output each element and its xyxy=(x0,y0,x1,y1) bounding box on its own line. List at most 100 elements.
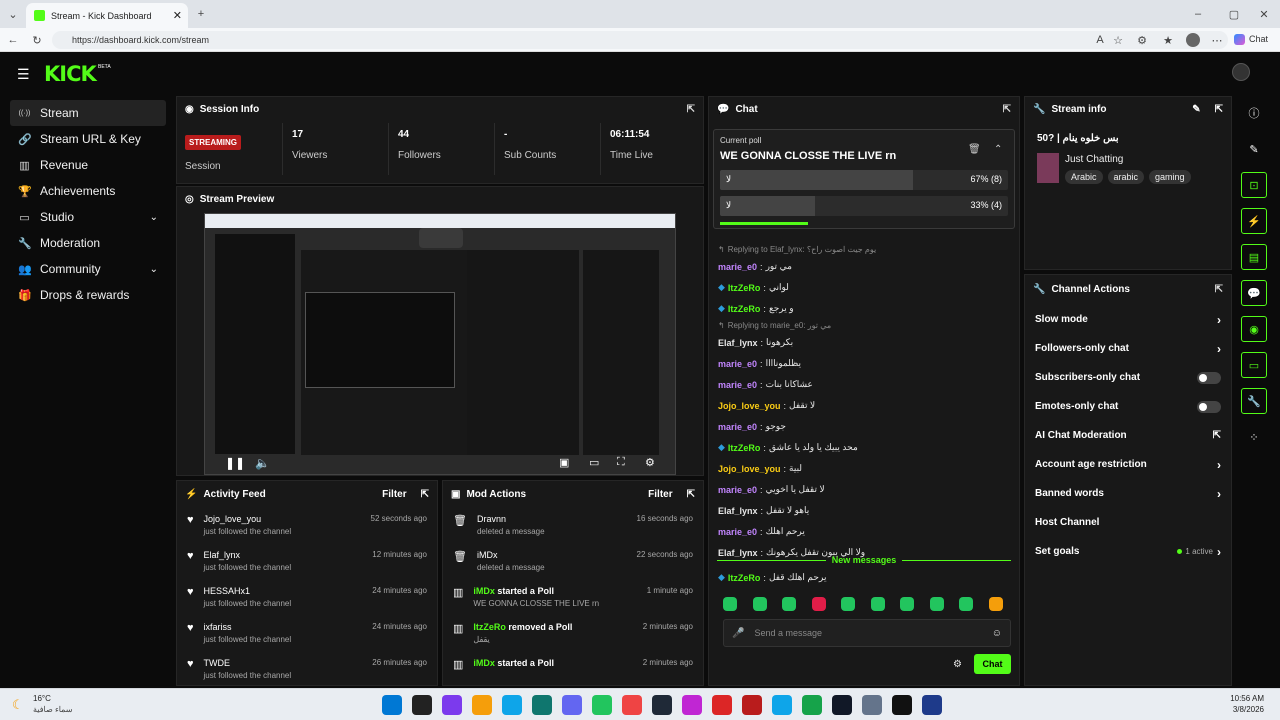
emote-icon[interactable] xyxy=(959,597,974,611)
chevron-right-icon[interactable]: › xyxy=(1217,487,1221,501)
chat-message[interactable]: ◆ ItzZeRo: يرحم اهلك قفل xyxy=(709,567,826,588)
chevron-right-icon[interactable]: › xyxy=(1217,545,1221,559)
kick-logo[interactable]: KICK xyxy=(44,62,97,86)
chat-message[interactable]: ◆ ItzZeRo: و يرجع xyxy=(709,298,1015,319)
broadcast-icon[interactable]: ◉ xyxy=(1241,316,1267,342)
chat-username[interactable]: marie_e0 xyxy=(718,262,757,272)
copilot-button[interactable]: Chat xyxy=(1234,34,1268,45)
activity-item[interactable]: ♥ ixfariss just followed the channel 24 min… xyxy=(177,615,437,651)
toggle-switch[interactable] xyxy=(1197,400,1221,413)
chevron-down-icon[interactable]: ⌄ xyxy=(150,212,158,223)
popout-icon[interactable]: ⇱ xyxy=(687,104,695,115)
chat-message[interactable]: marie_e0: يرحم اهلك xyxy=(709,521,1015,542)
action-subscribers-only-chat[interactable]: Subscribers-only chat xyxy=(1025,363,1231,392)
action-host-channel[interactable]: Host Channel xyxy=(1025,508,1231,537)
sidebar-item-achievements[interactable]: 🏆 Achievements xyxy=(10,178,166,204)
sidebar-item-stream[interactable]: ((·)) Stream xyxy=(10,100,166,126)
chat-username[interactable]: Jojo_love_you xyxy=(718,401,781,411)
sidebar-item-studio[interactable]: ▭ Studio ⌄ xyxy=(10,204,166,230)
chat-username[interactable]: Elaf_lynx xyxy=(718,338,758,348)
sidebar-item-drops-rewards[interactable]: 🎁 Drops & rewards xyxy=(10,282,166,308)
chat-username[interactable]: Elaf_lynx xyxy=(718,506,758,516)
activity-item[interactable]: ♥ Jojo_love_you just followed the channel 5… xyxy=(177,507,437,543)
popout-icon[interactable]: ⇱ xyxy=(421,489,429,500)
clock-time[interactable]: 10:56 AM xyxy=(1220,694,1264,703)
monitor-icon[interactable]: ▭ xyxy=(1241,352,1267,378)
tag-chip[interactable]: gaming xyxy=(1149,170,1191,184)
emote-icon[interactable] xyxy=(782,597,797,611)
pip-icon[interactable]: ▣ xyxy=(559,456,569,469)
copilot-icon[interactable] xyxy=(442,695,462,715)
lightning-icon[interactable]: ⚡ xyxy=(1241,208,1267,234)
chevron-right-icon[interactable]: › xyxy=(1217,313,1221,327)
tag-chip[interactable]: arabic xyxy=(1107,170,1145,184)
chat-message[interactable]: marie_e0: عشاكانا بنات xyxy=(709,374,1015,395)
emote-icon[interactable] xyxy=(841,597,856,611)
activity-filter-button[interactable]: Filter xyxy=(382,489,406,500)
tools-icon[interactable]: 🔧 xyxy=(1241,388,1267,414)
chat-message[interactable]: marie_e0: لا تقفل يا اخويي xyxy=(709,479,1015,500)
emote-icon[interactable] xyxy=(870,597,885,611)
chat-username[interactable]: marie_e0 xyxy=(718,380,757,390)
external-link-icon[interactable]: ⇱ xyxy=(1213,430,1221,441)
app-icon[interactable] xyxy=(772,695,792,715)
activity-item[interactable]: ♥ Elaf_lynx just followed the channel 12 mi… xyxy=(177,543,437,579)
action-followers-only-chat[interactable]: Followers-only chat › xyxy=(1025,334,1231,363)
sidebar-item-community[interactable]: 👥 Community ⌄ xyxy=(10,256,166,282)
mod-user[interactable]: ItzZeRo xyxy=(473,622,506,632)
reply-indicator[interactable]: ↰ Replying to marie_e0: مي تور xyxy=(709,319,1015,332)
steam-icon[interactable] xyxy=(922,695,942,715)
browser-tab[interactable]: Stream - Kick Dashboard ✕ xyxy=(26,3,188,28)
action-ai-chat-moderation[interactable]: AI Chat Moderation ⇱ xyxy=(1025,421,1231,450)
add-action-icon[interactable]: ⁘ xyxy=(1241,424,1267,450)
collapse-poll-icon[interactable]: ⌃ xyxy=(994,144,1002,155)
message-icon[interactable]: 💬 xyxy=(1241,280,1267,306)
chat-username[interactable]: ItzZeRo xyxy=(728,283,761,293)
action-banned-words[interactable]: Banned words › xyxy=(1025,479,1231,508)
mic-icon[interactable]: 🎤 xyxy=(732,628,744,639)
minimize-icon[interactable]: – xyxy=(1190,6,1206,22)
chat-username[interactable]: marie_e0 xyxy=(718,485,757,495)
hamburger-menu-icon[interactable]: ☰ xyxy=(17,66,30,83)
chat-username[interactable]: ItzZeRo xyxy=(728,573,761,583)
activity-item[interactable]: ♥ TWDE just followed the channel 26 minutes… xyxy=(177,651,437,687)
start-icon[interactable] xyxy=(382,695,402,715)
file-explorer-icon[interactable] xyxy=(472,695,492,715)
profile-avatar[interactable] xyxy=(1186,33,1200,47)
mod-user[interactable]: iMDx xyxy=(473,658,495,668)
activity-user[interactable]: TWDE xyxy=(204,658,292,668)
new-tab-icon[interactable]: + xyxy=(193,6,209,22)
obs-icon[interactable] xyxy=(832,695,852,715)
action-emotes-only-chat[interactable]: Emotes-only chat xyxy=(1025,392,1231,421)
chat-username[interactable]: ItzZeRo xyxy=(728,443,761,453)
reload-icon[interactable]: ↻ xyxy=(29,32,45,48)
visual-studio-icon[interactable] xyxy=(682,695,702,715)
chat-message[interactable]: ◆ ItzZeRo: لواني xyxy=(709,277,1015,298)
activity-user[interactable]: Elaf_lynx xyxy=(204,550,292,560)
adobe-icon[interactable] xyxy=(712,695,732,715)
volume-icon[interactable]: 🔈 xyxy=(255,456,270,470)
chevron-down-icon[interactable]: ⌄ xyxy=(150,264,158,275)
mod-action-item[interactable]: ▥ iMDx started a Poll WE GONNA CLOSSE THE … xyxy=(443,579,703,615)
app-icon[interactable] xyxy=(742,695,762,715)
popout-icon[interactable]: ⇱ xyxy=(1215,284,1223,295)
action-set-goals[interactable]: Set goals 1 active › xyxy=(1025,537,1231,566)
action-slow-mode[interactable]: Slow mode › xyxy=(1025,305,1231,334)
user-avatar[interactable] xyxy=(1232,63,1250,81)
poll-option[interactable]: لا 67% (8) xyxy=(720,170,1008,190)
emote-icon[interactable] xyxy=(988,597,1003,611)
chevron-right-icon[interactable]: › xyxy=(1217,458,1221,472)
mod-action-item[interactable]: ▥ ItzZeRo removed a Poll يقفل 2 minutes ago xyxy=(443,615,703,651)
sidebar-item-revenue[interactable]: ▥ Revenue xyxy=(10,152,166,178)
mod-action-item[interactable]: 🗑 iMDx deleted a message 22 seconds ago xyxy=(443,543,703,579)
more-menu-icon[interactable]: ⋯ xyxy=(1209,32,1225,48)
chat-message[interactable]: Jojo_love_you: لا تقفل xyxy=(709,395,1015,416)
terminal-icon[interactable] xyxy=(652,695,672,715)
chat-username[interactable]: Jojo_love_you xyxy=(718,464,781,474)
mod-action-item[interactable]: 🗑 Dravnn deleted a message 16 seconds ago xyxy=(443,507,703,543)
search-icon[interactable] xyxy=(412,695,432,715)
extensions-icon[interactable]: ⚙ xyxy=(1134,32,1150,48)
mod-user[interactable]: Dravnn xyxy=(477,514,506,524)
send-chat-button[interactable]: Chat xyxy=(974,654,1011,674)
store-icon[interactable] xyxy=(532,695,552,715)
